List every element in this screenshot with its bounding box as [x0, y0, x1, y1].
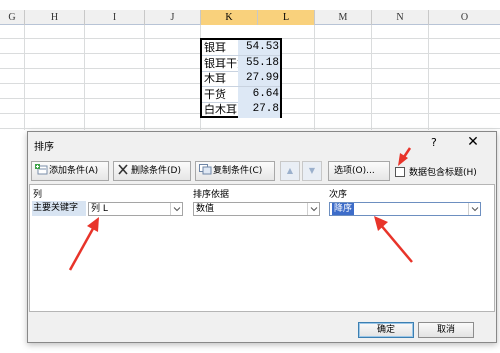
chevron-down-icon[interactable] [307, 203, 319, 215]
help-button[interactable]: ? [431, 136, 437, 149]
column-select-value: 列 L [91, 204, 108, 214]
column-header-i[interactable]: I [85, 10, 145, 25]
column-header-g[interactable]: G [0, 10, 25, 25]
table-row[interactable]: 白木耳 27.8 [202, 102, 280, 118]
column-header-m[interactable]: M [315, 10, 372, 25]
column-header-k[interactable]: K [201, 10, 258, 25]
cell-value[interactable]: 55.18 [238, 55, 280, 71]
column-header-row: G H I J K L M N O [0, 10, 500, 25]
selected-range[interactable]: 银耳 54.53 银耳干货 55.18 木耳 27.99 干货 6.64 白木耳… [200, 38, 282, 118]
delete-level-icon [117, 164, 130, 175]
add-level-icon [35, 164, 48, 175]
move-up-button[interactable]: ▲ [280, 161, 300, 181]
table-row[interactable]: 干货 6.64 [202, 86, 280, 102]
header-checkbox[interactable] [395, 167, 405, 177]
table-row[interactable]: 银耳干货 55.18 [202, 55, 280, 71]
column-heading-order: 次序 [329, 190, 348, 200]
sort-dialog: 排序 ? ✕ 添加条件(A) 删除条件(D) 复制条件(C) ▲ ▼ 选项(O)… [27, 131, 497, 343]
delete-level-label: 删除条件(D) [131, 166, 181, 176]
options-button[interactable]: 选项(O)... [328, 161, 390, 181]
cell-value[interactable]: 6.64 [238, 86, 280, 102]
primary-key-label: 主要关键字 [32, 201, 86, 216]
table-row[interactable]: 银耳 54.53 [202, 40, 280, 56]
sort-on-select[interactable]: 数值 [193, 202, 320, 216]
column-header-j[interactable]: J [145, 10, 201, 25]
order-select[interactable]: 降序 [329, 202, 481, 216]
move-down-button[interactable]: ▼ [302, 161, 322, 181]
chevron-down-icon[interactable] [468, 203, 480, 215]
column-heading-column: 列 [33, 190, 43, 200]
delete-level-button[interactable]: 删除条件(D) [113, 161, 191, 181]
column-header-h[interactable]: H [25, 10, 85, 25]
grid-line [314, 25, 315, 130]
column-heading-sort-on: 排序依据 [193, 190, 230, 200]
copy-level-button[interactable]: 复制条件(C) [195, 161, 275, 181]
cell-value[interactable]: 27.8 [238, 102, 280, 118]
cell-value[interactable]: 27.99 [238, 71, 280, 87]
grid-line [0, 128, 500, 129]
column-header-n[interactable]: N [372, 10, 429, 25]
chevron-down-icon[interactable] [170, 203, 182, 215]
sort-level-row[interactable]: 主要关键字 列 L 数值 降序 [30, 201, 494, 217]
ok-button[interactable]: 确定 [358, 322, 414, 338]
order-select-value: 降序 [332, 203, 355, 215]
copy-level-label: 复制条件(C) [213, 166, 263, 176]
close-icon[interactable]: ✕ [465, 134, 481, 150]
add-level-button[interactable]: 添加条件(A) [31, 161, 109, 181]
grid-line [144, 25, 145, 130]
dialog-title: 排序 [34, 142, 54, 153]
column-header-o[interactable]: O [429, 10, 500, 25]
grid-line [428, 25, 429, 130]
grid-line [84, 25, 85, 130]
column-select[interactable]: 列 L [88, 202, 183, 216]
copy-level-icon [199, 164, 212, 175]
cell-value[interactable]: 54.53 [238, 40, 280, 56]
grid-line [24, 25, 25, 130]
sort-levels-grid: 列 排序依据 次序 主要关键字 列 L 数值 降序 [29, 184, 495, 312]
cancel-button[interactable]: 取消 [418, 322, 474, 338]
table-row[interactable]: 木耳 27.99 [202, 71, 280, 87]
sort-on-select-value: 数值 [196, 204, 215, 214]
add-level-label: 添加条件(A) [49, 166, 99, 176]
header-checkbox-label[interactable]: 数据包含标题(H) [409, 165, 477, 178]
grid-line [371, 25, 372, 130]
column-header-l[interactable]: L [258, 10, 315, 25]
